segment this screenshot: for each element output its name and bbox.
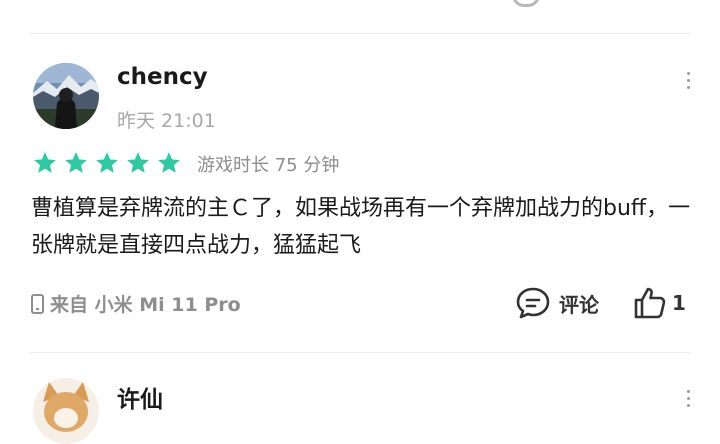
device-info: 来自 小米 Mi 11 Pro <box>31 290 241 317</box>
avatar[interactable] <box>33 63 99 129</box>
more-icon[interactable] <box>680 390 696 411</box>
thumbs-up-icon <box>634 287 666 319</box>
divider <box>30 33 690 34</box>
star-icon <box>127 152 149 173</box>
star-icon <box>158 152 180 173</box>
comment-icon <box>516 287 550 319</box>
device-label: 来自 小米 Mi 11 Pro <box>50 294 241 316</box>
divider <box>30 352 690 353</box>
comment-button[interactable]: 评论 <box>515 285 599 321</box>
username[interactable]: chency <box>117 64 208 90</box>
like-button[interactable]: 1 <box>632 285 686 321</box>
rating-stars <box>32 150 182 176</box>
review-content[interactable]: 曹植算是弃牌流的主Ｃ了，如果战场再有一个弃牌加战力的buff，一张牌就是直接四点… <box>31 190 695 264</box>
phone-icon <box>31 293 44 314</box>
review-time: 昨天 21:01 <box>117 110 216 132</box>
more-icon[interactable] <box>680 72 696 93</box>
star-icon <box>34 152 56 173</box>
avatar[interactable] <box>33 378 99 444</box>
star-icon <box>65 152 87 173</box>
playtime: 游戏时长 75 分钟 <box>197 155 340 176</box>
star-icon <box>96 152 118 173</box>
top-icon-fragment <box>512 0 540 7</box>
username[interactable]: 许仙 <box>117 380 163 414</box>
comment-label: 评论 <box>559 292 599 317</box>
like-count: 1 <box>672 291 686 315</box>
